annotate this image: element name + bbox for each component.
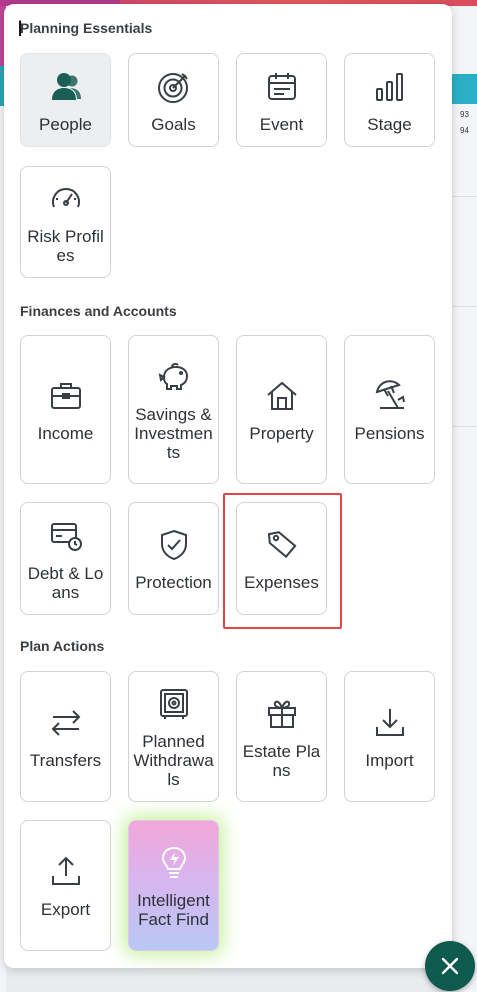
upload-icon [46, 852, 86, 892]
shield-check-icon [154, 525, 194, 565]
tile-risk-profiles[interactable]: Risk Profiles [20, 166, 111, 278]
tile-label: Transfers [29, 751, 102, 770]
tile-label: Planned Withdrawals [133, 732, 214, 789]
bar-chart-icon [370, 67, 410, 107]
tile-stage[interactable]: Stage [344, 53, 435, 147]
tile-import[interactable]: Import [344, 671, 435, 802]
piggy-bank-icon [154, 357, 194, 397]
section-title-planning-essentials: Planning Essentials [20, 20, 153, 36]
tile-label: Income [37, 424, 94, 443]
section-title-plan-actions: Plan Actions [20, 638, 105, 654]
tile-label: Risk Profiles [27, 227, 104, 265]
download-icon [370, 703, 410, 743]
beach-umbrella-icon [370, 376, 410, 416]
add-menu-panel: I Planning Essentials People Goals Event… [4, 4, 452, 968]
tile-label: Stage [367, 114, 412, 134]
people-icon [46, 67, 86, 107]
gauge-icon [46, 179, 86, 219]
tile-transfers[interactable]: Transfers [20, 671, 111, 802]
tile-export[interactable]: Export [20, 820, 111, 951]
highlight-frame [223, 493, 342, 629]
tile-label: Intelligent Fact Find [137, 890, 210, 929]
calendar-icon [262, 67, 302, 107]
house-icon [262, 376, 302, 416]
briefcase-icon [46, 376, 86, 416]
tile-label: Export [40, 900, 91, 919]
tile-property[interactable]: Property [236, 335, 327, 484]
tile-estate-plans[interactable]: Estate Plans [236, 671, 327, 802]
close-icon [441, 957, 459, 975]
tile-goals[interactable]: Goals [128, 53, 219, 147]
tile-people[interactable]: People [20, 53, 111, 147]
tile-label: Pensions [354, 424, 425, 443]
tile-pensions[interactable]: Pensions [344, 335, 435, 484]
tile-intelligent-fact-find[interactable]: Intelligent Fact Find [128, 820, 219, 951]
background-right-edge: 93 94 [452, 6, 477, 992]
tile-label: Goals [151, 114, 196, 134]
tile-protection[interactable]: Protection [128, 502, 219, 615]
app-screen: 93 94 I Planning Essentials People Goals… [0, 0, 477, 992]
lightbulb-bolt-icon [154, 843, 194, 883]
tile-label: People [39, 114, 92, 134]
card-clock-icon [46, 516, 86, 556]
tile-label: Import [365, 751, 414, 770]
tile-label: Estate Plans [242, 741, 321, 780]
section-title-finances-and-accounts: Finances and Accounts [20, 303, 177, 319]
tile-label: Protection [135, 573, 212, 592]
transfer-arrows-icon [46, 703, 86, 743]
tile-planned-withdrawals[interactable]: Planned Withdrawals [128, 671, 219, 802]
tile-label: Savings & Investments [134, 405, 213, 462]
close-menu-button[interactable] [425, 941, 475, 991]
safe-icon [154, 684, 194, 724]
background-number: 93 [460, 110, 469, 119]
tile-debt-loans[interactable]: Debt & Loans [20, 502, 111, 615]
gift-icon [262, 694, 302, 734]
background-number: 94 [460, 126, 469, 135]
tile-savings-investments[interactable]: Savings & Investments [128, 335, 219, 484]
target-icon [154, 67, 194, 107]
tile-label: Property [249, 424, 314, 443]
tile-event[interactable]: Event [236, 53, 327, 147]
tile-income[interactable]: Income [20, 335, 111, 484]
tile-label: Event [259, 114, 304, 134]
tile-label: Debt & Loans [27, 563, 104, 602]
